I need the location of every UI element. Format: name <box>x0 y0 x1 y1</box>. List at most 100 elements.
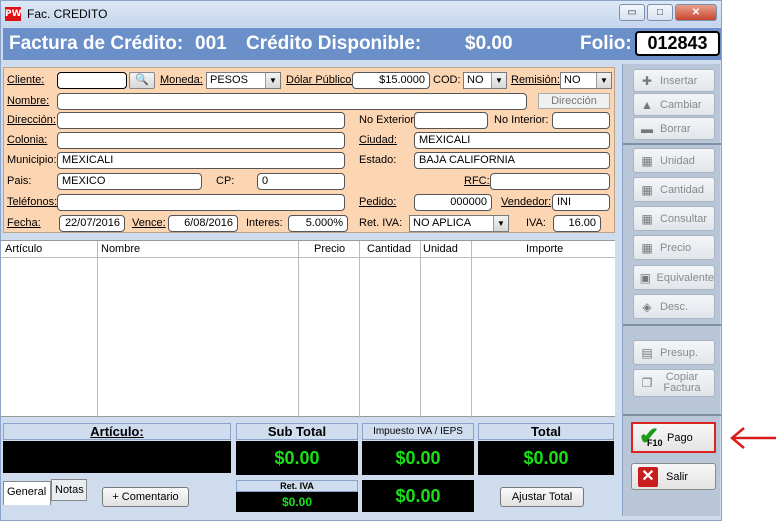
folio-value: 012843 <box>635 31 720 56</box>
items-grid[interactable]: Artículo Nombre Precio Cantidad Unidad I… <box>1 240 615 418</box>
consultar-button[interactable]: ▦ Consultar <box>633 206 715 231</box>
col-articulo[interactable]: Artículo <box>5 243 42 255</box>
ret-iva-label: Ret. IVA: <box>359 217 403 229</box>
comentario-button[interactable]: + Comentario <box>102 487 189 507</box>
folio-label: Folio: <box>580 33 632 54</box>
impuesto-value: $0.00 <box>362 441 474 475</box>
invoice-window: PW Fac. CREDITO ▭ □ ✕ Factura de Crédito… <box>0 0 722 521</box>
grid-icon: ▦ <box>641 153 653 168</box>
sidebar-divider <box>623 414 721 416</box>
dolar-label: Dólar Público: <box>286 74 355 86</box>
vendedor-input[interactable]: INI <box>552 194 610 211</box>
cliente-input[interactable] <box>57 72 127 89</box>
cantidad-label: Cantidad <box>660 183 705 196</box>
minus-icon: ▬ <box>641 121 653 136</box>
dolar-input[interactable]: $15.0000 <box>352 72 430 89</box>
col-precio[interactable]: Precio <box>314 243 345 255</box>
equivalente-button[interactable]: ▣ Equivalente <box>633 265 715 290</box>
search-icon[interactable]: 🔍 <box>129 72 155 89</box>
cod-value: NO <box>467 74 484 86</box>
credit-label: Crédito Disponible: <box>246 33 422 54</box>
moneda-select[interactable]: PESOS ▼ <box>206 72 281 89</box>
ret-iva-select[interactable]: NO APLICA ▼ <box>409 215 509 232</box>
grid-divider <box>359 241 360 418</box>
no-exterior-input[interactable] <box>414 112 488 129</box>
salir-button[interactable]: ✕ Salir <box>631 463 716 490</box>
invoice-header: Factura de Crédito: 001 Crédito Disponib… <box>3 28 721 60</box>
cambiar-label: Cambiar <box>660 98 702 111</box>
no-interior-input[interactable] <box>552 112 610 129</box>
cod-select[interactable]: NO ▼ <box>463 72 507 89</box>
ajustar-total-button[interactable]: Ajustar Total <box>500 487 584 507</box>
cantidad-button[interactable]: ▦ Cantidad <box>633 177 715 202</box>
impuesto-label: Impuesto IVA / IEPS <box>362 423 474 440</box>
col-unidad[interactable]: Unidad <box>423 243 458 255</box>
interes-input[interactable]: 5.000% <box>288 215 348 232</box>
total-value: $0.00 <box>478 441 614 475</box>
insertar-button[interactable]: ✚ Insertar <box>633 69 715 92</box>
rfc-label: RFC: <box>464 175 490 187</box>
pago-button[interactable]: ✔ F10 Pago <box>631 422 716 453</box>
municipio-input[interactable]: MEXICALI <box>57 152 345 169</box>
colonia-input[interactable] <box>57 132 345 149</box>
direccion-input[interactable] <box>57 112 345 129</box>
vence-input[interactable]: 6/08/2016 <box>168 215 238 232</box>
document-icon: ▤ <box>641 345 653 360</box>
pais-label: Pais: <box>7 175 32 187</box>
pais-input[interactable]: MEXICO <box>57 173 202 190</box>
checkmark-icon: ✔ F10 <box>639 422 663 450</box>
moneda-value: PESOS <box>210 74 248 86</box>
ret-iva-value: NO APLICA <box>413 217 472 229</box>
maximize-button[interactable]: □ <box>647 4 673 21</box>
desc-button[interactable]: ◈ Desc. <box>633 294 715 319</box>
cp-label: CP: <box>216 175 235 187</box>
desc-label: Desc. <box>660 300 689 313</box>
grid-divider <box>97 241 98 418</box>
interes-label: Interes: <box>246 217 283 229</box>
ciudad-input[interactable]: MEXICALI <box>414 132 610 149</box>
telefonos-input[interactable] <box>57 194 345 211</box>
vendedor-label: Vendedor: <box>501 196 552 208</box>
rfc-input[interactable] <box>490 173 610 190</box>
grid-divider <box>471 241 472 418</box>
cp-input[interactable]: 0 <box>257 173 345 190</box>
remision-value: NO <box>564 74 581 86</box>
credit-value: $0.00 <box>465 33 513 54</box>
close-button[interactable]: ✕ <box>675 4 717 21</box>
insertar-label: Insertar <box>660 74 698 87</box>
direccion-button[interactable]: Dirección <box>538 93 610 109</box>
remision-select[interactable]: NO ▼ <box>560 72 612 89</box>
exit-x-icon: ✕ <box>638 466 658 487</box>
direccion-label: Dirección: <box>7 114 56 126</box>
tab-notas[interactable]: Notas <box>51 479 87 501</box>
tab-general[interactable]: General <box>3 481 51 505</box>
telefonos-label: Teléfonos: <box>7 196 58 208</box>
presup-button[interactable]: ▤ Presup. <box>633 340 715 365</box>
grid-plus-icon: ▦ <box>641 182 653 197</box>
iva-label: IVA: <box>526 217 546 229</box>
articulo-label: Artículo: <box>3 423 231 440</box>
ret-iva-total-value: $0.00 <box>236 492 358 512</box>
cod-label: COD: <box>433 74 461 86</box>
borrar-button[interactable]: ▬ Borrar <box>633 117 715 140</box>
fecha-input[interactable]: 22/07/2016 <box>59 215 125 232</box>
red-arrow-icon <box>730 427 776 449</box>
col-importe[interactable]: Importe <box>526 243 563 255</box>
iva-input[interactable]: 16.00 <box>553 215 601 232</box>
ret-iva-total-label: Ret. IVA <box>236 480 358 492</box>
copiar-factura-button[interactable]: ❐ Copiar Factura <box>633 369 715 397</box>
pago-shortcut: F10 <box>647 437 663 448</box>
invoice-title: Factura de Crédito: <box>9 33 184 54</box>
minimize-button[interactable]: ▭ <box>619 4 645 21</box>
nombre-input[interactable] <box>57 93 527 110</box>
pedido-input[interactable]: 000000 <box>414 194 492 211</box>
subtotal-label: Sub Total <box>236 423 358 440</box>
estado-input[interactable]: BAJA CALIFORNIA <box>414 152 610 169</box>
col-cantidad[interactable]: Cantidad <box>367 243 411 255</box>
precio-button[interactable]: ▦ Precio <box>633 235 715 260</box>
articulo-display <box>3 441 231 473</box>
cambiar-button[interactable]: ▲ Cambiar <box>633 93 715 116</box>
col-nombre[interactable]: Nombre <box>101 243 140 255</box>
unidad-button[interactable]: ▦ Unidad <box>633 148 715 173</box>
equivalente-label: Equivalente <box>656 271 715 284</box>
